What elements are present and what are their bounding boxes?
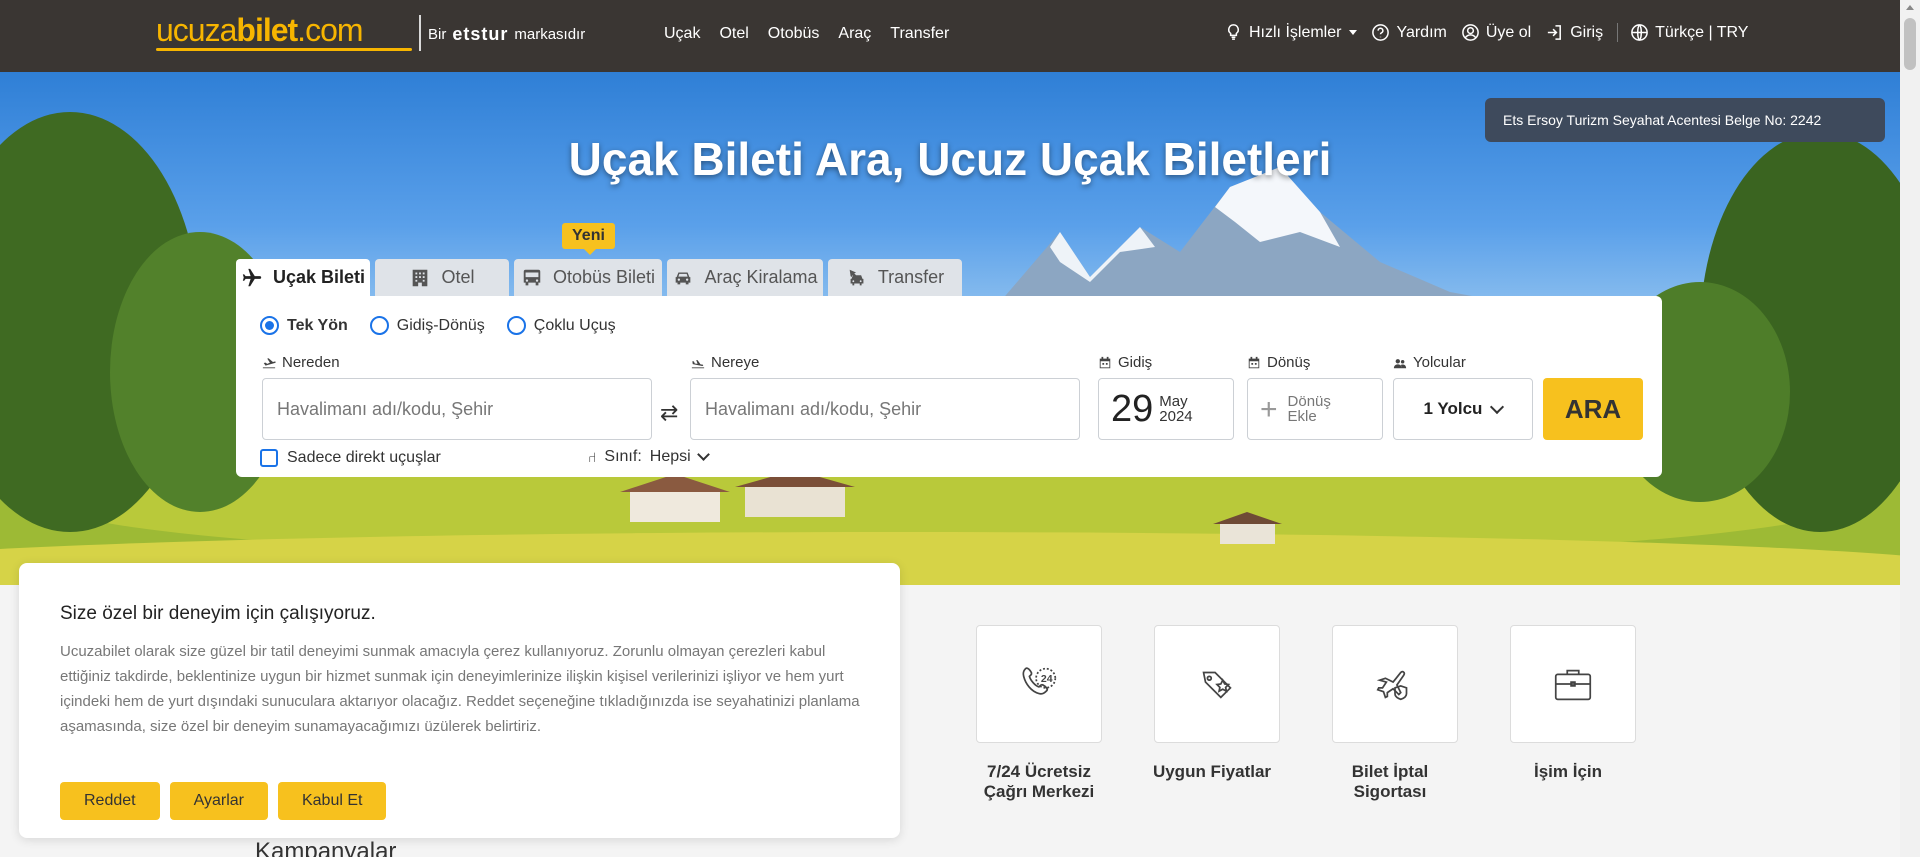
feature-card-prices xyxy=(1154,625,1280,743)
passengers-label: Yolcular xyxy=(1393,354,1466,371)
tab-car-rental[interactable]: Araç Kiralama xyxy=(667,259,823,296)
seat-icon: ⑁ xyxy=(588,449,597,465)
new-badge: Yeni xyxy=(562,223,615,255)
site-logo[interactable]: ucuzabilet.com xyxy=(156,12,364,49)
tab-hotel[interactable]: Otel xyxy=(375,259,509,296)
cookie-consent-dialog: Size özel bir deneyim için çalışıyoruz. … xyxy=(19,563,900,838)
scroll-up-arrow-icon[interactable] xyxy=(1906,5,1914,10)
feature-card-cancel-insurance xyxy=(1332,625,1458,743)
trip-type-group: Tek Yön Gidiş-Dönüş Çoklu Uçuş xyxy=(260,316,616,335)
radio-icon xyxy=(369,316,389,335)
tab-bus[interactable]: Otobüs Bileti xyxy=(514,259,662,296)
feature-card-support: 24 xyxy=(976,625,1102,743)
briefcase-icon xyxy=(1554,669,1592,701)
trip-type-one-way[interactable]: Tek Yön xyxy=(260,316,348,335)
feature-label-support: 7/24 Ücretsiz Çağrı Merkezi xyxy=(983,762,1095,801)
trip-type-round-trip[interactable]: Gidiş-Dönüş xyxy=(369,316,485,335)
cookie-actions: Reddet Ayarlar Kabul Et xyxy=(60,782,387,820)
feature-label-cancel-insurance: Bilet İptal Sigortası xyxy=(1351,762,1429,801)
login-icon xyxy=(1548,25,1562,40)
origin-input[interactable]: Havalimanı adı/kodu, Şehir xyxy=(262,378,652,440)
trip-type-multi-city[interactable]: Çoklu Uçuş xyxy=(506,316,616,335)
support-24-icon: 24 xyxy=(1022,667,1057,695)
checkbox-icon xyxy=(260,449,278,467)
quick-actions-menu[interactable]: Hızlı İşlemler xyxy=(1224,23,1358,42)
feature-label-business: İşim İçin xyxy=(1533,762,1603,781)
page-scrollbar[interactable] xyxy=(1900,0,1920,857)
radio-icon xyxy=(506,316,526,335)
radio-selected-icon xyxy=(260,316,279,335)
flight-search-form: Tek Yön Gidiş-Dönüş Çoklu Uçuş Nereden H… xyxy=(236,296,1662,477)
cabin-class-selector[interactable]: ⑁ Sınıf: Hepsi xyxy=(588,448,710,466)
signup-link[interactable]: Üye ol xyxy=(1461,23,1531,42)
takeoff-icon xyxy=(262,357,276,368)
tab-flight[interactable]: Uçak Bileti xyxy=(236,259,370,296)
cookie-text: Ucuzabilet olarak size güzel bir tatil d… xyxy=(60,643,860,735)
agency-license-badge: Ets Ersoy Turizm Seyahat Acentesi Belge … xyxy=(1485,98,1885,142)
caret-down-icon xyxy=(1349,30,1358,35)
destination-input[interactable]: Havalimanı adı/kodu, Şehir xyxy=(690,378,1080,440)
calendar-icon xyxy=(1248,356,1260,368)
feature-card-business xyxy=(1510,625,1636,743)
plane-icon xyxy=(242,268,262,286)
cookie-settings-button[interactable]: Ayarlar xyxy=(169,782,268,820)
question-circle-icon xyxy=(1372,24,1390,41)
main-nav: Uçak Otel Otobüs Araç Transfer xyxy=(664,25,949,43)
passenger-selector[interactable]: 1 Yolcu xyxy=(1393,378,1533,440)
direct-flights-checkbox[interactable]: Sadece direkt uçuşlar xyxy=(260,449,441,467)
nav-item-bus[interactable]: Otobüs xyxy=(768,25,820,43)
globe-icon xyxy=(1631,24,1648,41)
brand-note: Bir etstur markasıdır xyxy=(428,24,585,45)
etstur-logo: etstur xyxy=(452,24,509,44)
login-link[interactable]: Giriş xyxy=(1545,23,1603,42)
building-icon xyxy=(413,269,428,286)
nav-item-flight[interactable]: Uçak xyxy=(664,25,700,43)
cookie-title: Size özel bir deneyim için çalışıyoruz. xyxy=(60,603,376,624)
landing-icon xyxy=(691,359,705,368)
bus-icon xyxy=(523,269,541,285)
nav-item-transfer[interactable]: Transfer xyxy=(890,25,949,43)
add-return-date-button[interactable]: + Dönüş Ekle xyxy=(1247,378,1383,440)
help-link[interactable]: Yardım xyxy=(1371,23,1447,42)
language-currency-selector[interactable]: Türkçe | TRY xyxy=(1617,23,1748,42)
nav-item-car[interactable]: Araç xyxy=(838,25,871,43)
car-icon xyxy=(676,272,691,284)
nav-item-hotel[interactable]: Otel xyxy=(719,25,748,43)
campaigns-heading: Kampanyalar xyxy=(255,838,397,857)
chevron-down-icon xyxy=(696,448,710,461)
swap-direction-icon[interactable]: ⇄ xyxy=(660,400,678,426)
brand-suffix: markasıdır xyxy=(514,26,586,43)
svg-text:24: 24 xyxy=(1041,673,1053,685)
product-tabs: Uçak Bileti Otel Otobüs Bileti Araç Kira… xyxy=(236,259,962,296)
user-circle-icon xyxy=(1461,24,1479,41)
depart-label: Gidiş xyxy=(1098,354,1152,371)
account-nav: Hızlı İşlemler Yardım Üye ol Giriş Türkç… xyxy=(1224,23,1748,42)
chevron-down-icon xyxy=(1490,399,1505,414)
logo-underline xyxy=(156,48,412,51)
tab-transfer[interactable]: Transfer xyxy=(828,259,962,296)
users-icon xyxy=(1393,358,1407,368)
lightbulb-icon xyxy=(1228,24,1239,40)
reject-cookies-button[interactable]: Reddet xyxy=(60,782,160,820)
price-tag-icon xyxy=(1202,671,1232,699)
from-label: Nereden xyxy=(262,354,340,371)
departure-date-picker[interactable]: 29 May 2024 xyxy=(1098,378,1234,440)
top-navigation-bar: ucuzabilet.com Bir etstur markasıdır Uça… xyxy=(0,0,1920,72)
transfer-icon xyxy=(849,269,864,285)
logo-divider xyxy=(419,15,421,51)
calendar-icon xyxy=(1099,356,1111,368)
feature-label-prices: Uygun Fiyatlar xyxy=(1152,762,1272,781)
scrollbar-thumb[interactable] xyxy=(1904,18,1916,70)
brand-prefix: Bir xyxy=(428,26,447,43)
plane-shield-icon xyxy=(1376,670,1408,701)
search-button[interactable]: ARA xyxy=(1543,378,1643,440)
return-label: Dönüş xyxy=(1247,354,1310,371)
plus-icon: + xyxy=(1260,392,1278,426)
accept-cookies-button[interactable]: Kabul Et xyxy=(277,782,387,820)
to-label: Nereye xyxy=(691,354,759,371)
